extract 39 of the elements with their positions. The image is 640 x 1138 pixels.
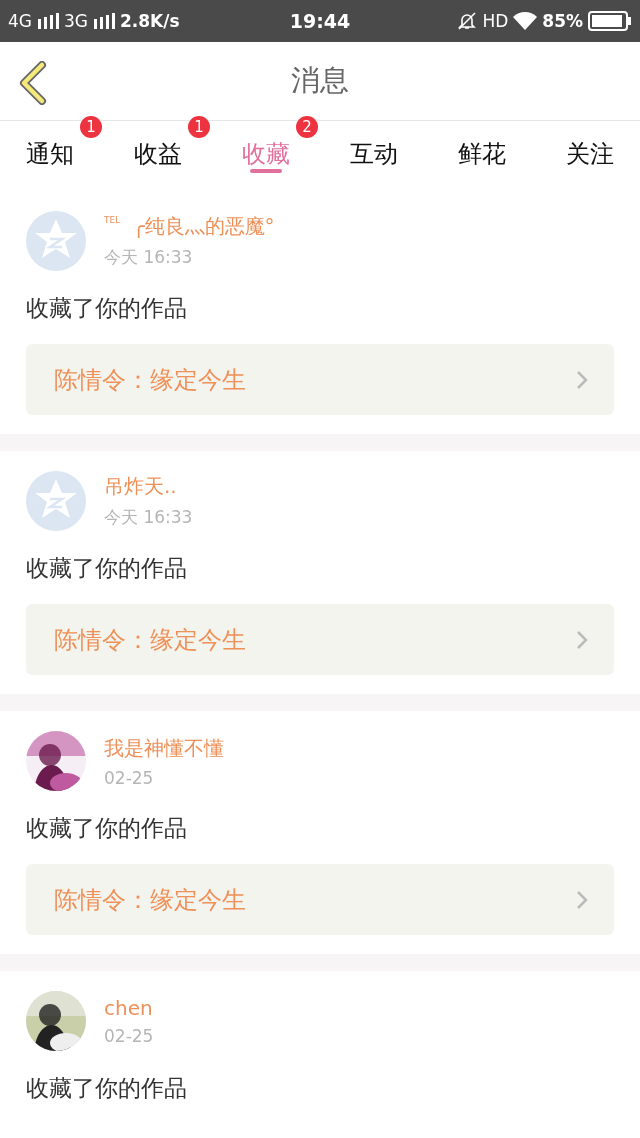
battery-label: 85% [542, 11, 583, 31]
default-avatar-icon [26, 211, 86, 271]
network-label: 4G [8, 11, 32, 31]
tab[interactable]: 关注 [566, 121, 614, 179]
user-name[interactable]: chen [104, 996, 154, 1020]
back-icon[interactable] [18, 61, 48, 105]
work-link[interactable]: 陈情令：缘定今生 [26, 604, 614, 675]
page-title: 消息 [291, 62, 349, 99]
speed-label: 2.8K/s [120, 11, 180, 31]
signal-icon [93, 13, 115, 29]
default-avatar-icon [26, 471, 86, 531]
message-text: 收藏了你的作品 [26, 1074, 188, 1103]
clock: 19:44 [289, 10, 351, 32]
muted-bell-icon [457, 11, 478, 31]
user-name[interactable]: $^{TEL}$ ╭纯良灬的恶魔° [104, 213, 275, 240]
user-name[interactable]: 我是神懂不懂 [104, 734, 224, 762]
tab[interactable]: 鲜花 [458, 121, 506, 179]
network-label: 3G [64, 11, 88, 31]
battery-icon [588, 11, 632, 31]
message-text: 收藏了你的作品 [26, 294, 188, 323]
message-time: 今天 16:33 [104, 246, 194, 269]
hd-label: HD [482, 11, 509, 31]
wifi-icon [513, 12, 538, 30]
message-time: 今天 16:33 [104, 506, 193, 529]
chevron-right-icon [576, 629, 588, 650]
tab[interactable]: 互动 [350, 121, 398, 179]
message-text: 收藏了你的作品 [26, 554, 188, 583]
work-link[interactable]: 陈情令：缘定今生 [26, 344, 614, 415]
user-name[interactable]: 吊炸天.. [104, 473, 193, 500]
signal-icon [37, 13, 59, 29]
message-time: 02-25 [104, 767, 155, 788]
work-link[interactable]: 陈情令：缘定今生 [26, 864, 614, 935]
chevron-right-icon [576, 889, 588, 910]
message-text: 收藏了你的作品 [26, 814, 188, 843]
count-badge: 2 [296, 116, 318, 138]
message-time: 02-25 [104, 1026, 154, 1046]
count-badge: 1 [188, 116, 210, 138]
count-badge: 1 [80, 116, 102, 138]
chevron-right-icon [576, 369, 588, 390]
